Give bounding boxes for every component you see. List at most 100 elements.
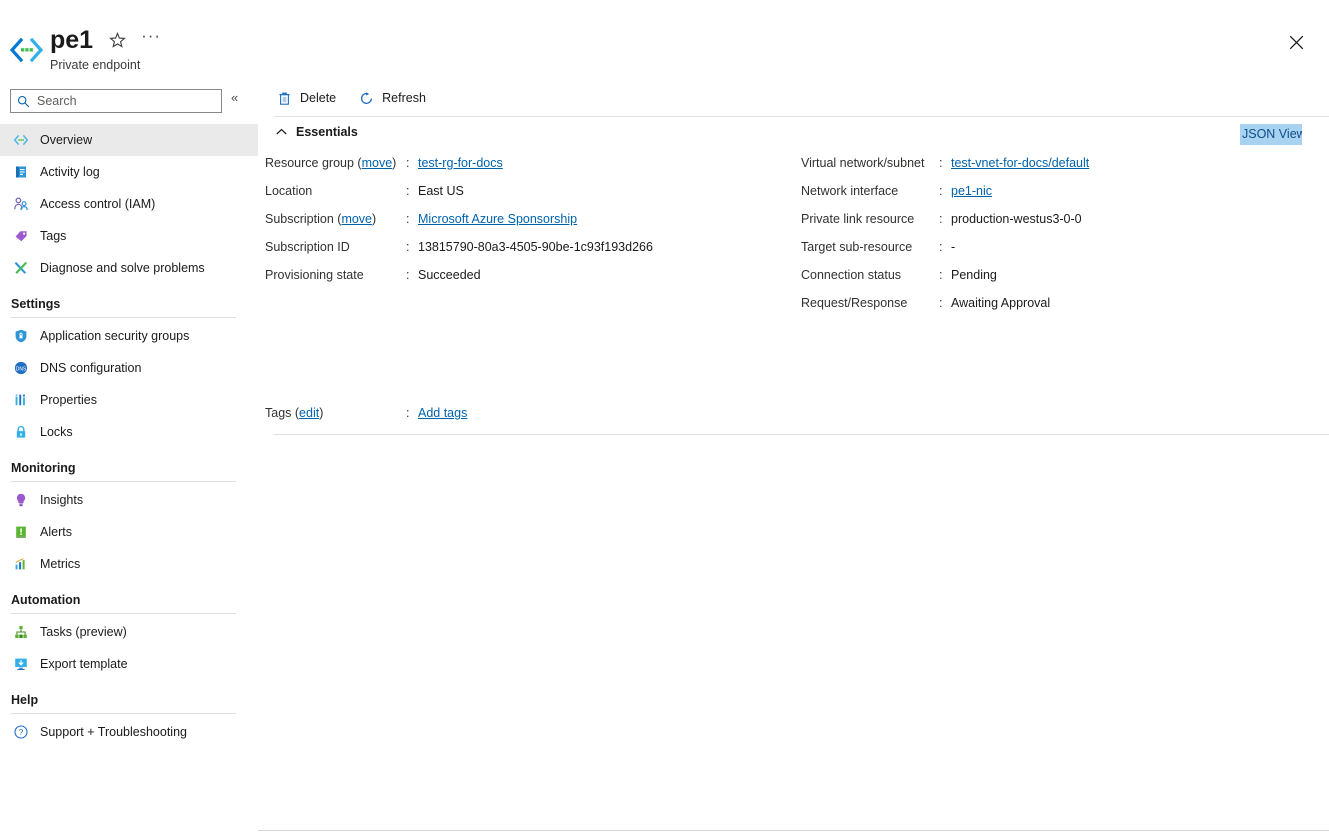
sidebar-item-dns-configuration[interactable]: DNS DNS configuration — [0, 352, 258, 384]
trash-icon — [276, 90, 292, 106]
property-row-resource-group: Resource group (move) : test-rg-for-docs — [265, 156, 653, 184]
property-key: Subscription (move) — [265, 212, 406, 226]
property-colon: : — [406, 212, 418, 226]
delete-label: Delete — [300, 91, 336, 105]
sidebar-item-label: Alerts — [40, 525, 72, 539]
property-key: Request/Response — [801, 296, 939, 310]
essentials-title: Essentials — [296, 125, 358, 139]
dns-icon: DNS — [13, 360, 29, 376]
sidebar-item-alerts[interactable]: Alerts — [0, 516, 258, 548]
tasks-icon — [13, 624, 29, 640]
sidebar-item-label: Metrics — [40, 557, 80, 571]
divider — [11, 317, 236, 318]
property-colon: : — [406, 268, 418, 282]
sidebar-group-title: Automation — [11, 593, 258, 607]
properties-icon — [13, 392, 29, 408]
private-endpoint-icon — [8, 32, 44, 68]
sidebar-item-tasks-preview[interactable]: Tasks (preview) — [0, 616, 258, 648]
sidebar-item-label: DNS configuration — [40, 361, 141, 375]
property-value[interactable]: test-vnet-for-docs/default — [951, 156, 1089, 170]
property-key: Tags (edit) — [265, 406, 406, 420]
sidebar-group-title: Settings — [11, 297, 258, 311]
search-box[interactable] — [10, 89, 222, 113]
sidebar-item-access-control[interactable]: Access control (IAM) — [0, 188, 258, 220]
refresh-button[interactable]: Refresh — [358, 90, 426, 106]
refresh-label: Refresh — [382, 91, 426, 105]
sidebar-item-label: Support + Troubleshooting — [40, 725, 187, 739]
move-link[interactable]: move — [341, 212, 372, 226]
property-row-virtual-network-subnet: Virtual network/subnet : test-vnet-for-d… — [801, 156, 1089, 184]
property-key: Connection status — [801, 268, 939, 282]
property-row-subscription: Subscription (move) : Microsoft Azure Sp… — [265, 212, 653, 240]
property-row-connection-status: Connection status : Pending — [801, 268, 1089, 296]
property-value[interactable]: test-rg-for-docs — [418, 156, 503, 170]
property-colon: : — [406, 156, 418, 170]
page-title: pe1 — [50, 26, 93, 54]
search-icon — [17, 95, 30, 108]
property-key: Resource group (move) — [265, 156, 406, 170]
access-control-icon — [13, 196, 29, 212]
property-row-tags: Tags (edit) : Add tags — [265, 406, 467, 420]
delete-button[interactable]: Delete — [276, 90, 336, 106]
property-key: Virtual network/subnet — [801, 156, 939, 170]
sidebar-item-export-template[interactable]: Export template — [0, 648, 258, 680]
property-value[interactable]: Microsoft Azure Sponsorship — [418, 212, 577, 226]
essentials-right-column: Virtual network/subnet : test-vnet-for-d… — [801, 156, 1089, 324]
sidebar-item-tags[interactable]: Tags — [0, 220, 258, 252]
divider — [274, 116, 1329, 117]
star-icon[interactable] — [107, 30, 127, 50]
property-row-request-response: Request/Response : Awaiting Approval — [801, 296, 1089, 324]
sidebar-item-insights[interactable]: Insights — [0, 484, 258, 516]
sidebar-item-label: Tasks (preview) — [40, 625, 127, 639]
property-value: production-westus3-0-0 — [951, 212, 1082, 226]
sidebar-group-settings: Settings — [0, 284, 258, 318]
sidebar-item-label: Insights — [40, 493, 83, 507]
sidebar: « Overview — [0, 86, 258, 839]
sidebar-item-support-troubleshooting[interactable]: ? Support + Troubleshooting — [0, 716, 258, 748]
divider — [258, 830, 1329, 831]
page-title-row: pe1 ··· — [50, 26, 161, 54]
divider — [274, 434, 1329, 435]
private-endpoint-icon — [13, 132, 29, 148]
sidebar-item-metrics[interactable]: Metrics — [0, 548, 258, 580]
shield-icon — [13, 328, 29, 344]
export-template-icon — [13, 656, 29, 672]
activity-log-icon — [13, 164, 29, 180]
essentials-header[interactable]: Essentials — [276, 125, 358, 139]
double-chevron-left-icon[interactable]: « — [231, 90, 238, 105]
property-key: Target sub-resource — [801, 240, 939, 254]
edit-tags-link[interactable]: edit — [299, 406, 319, 420]
sidebar-group-title: Help — [11, 693, 258, 707]
chevron-up-icon — [276, 127, 287, 138]
property-row-private-link-resource: Private link resource : production-westu… — [801, 212, 1089, 240]
property-value[interactable]: pe1-nic — [951, 184, 992, 198]
essentials-left-column: Resource group (move) : test-rg-for-docs… — [265, 156, 653, 296]
sidebar-item-locks[interactable]: Locks — [0, 416, 258, 448]
sidebar-item-overview[interactable]: Overview — [0, 124, 258, 156]
sidebar-item-label: Application security groups — [40, 329, 189, 343]
azure-portal-blade: pe1 ··· Private endpoint « — [0, 0, 1329, 839]
add-tags-link[interactable]: Add tags — [418, 406, 467, 420]
sidebar-item-properties[interactable]: Properties — [0, 384, 258, 416]
close-icon[interactable] — [1284, 30, 1308, 54]
search-input[interactable] — [35, 93, 205, 109]
sidebar-group-help: Help — [0, 680, 258, 714]
ellipsis-icon[interactable]: ··· — [141, 32, 161, 48]
property-colon: : — [406, 240, 418, 254]
sidebar-item-diagnose-and-solve-problems[interactable]: Diagnose and solve problems — [0, 252, 258, 284]
property-colon: : — [406, 184, 418, 198]
property-colon: : — [406, 406, 418, 420]
property-value: Succeeded — [418, 268, 481, 282]
property-colon: : — [939, 184, 951, 198]
move-link[interactable]: move — [362, 156, 393, 170]
lock-icon — [13, 424, 29, 440]
alerts-icon — [13, 524, 29, 540]
sidebar-item-activity-log[interactable]: Activity log — [0, 156, 258, 188]
main-content: Delete Refresh Essentials JS — [258, 78, 1329, 839]
sidebar-item-application-security-groups[interactable]: Application security groups — [0, 320, 258, 352]
divider — [11, 713, 236, 714]
json-view-link[interactable]: JSON View — [1240, 124, 1302, 145]
property-colon: : — [939, 240, 951, 254]
property-colon: : — [939, 156, 951, 170]
tag-icon — [13, 228, 29, 244]
